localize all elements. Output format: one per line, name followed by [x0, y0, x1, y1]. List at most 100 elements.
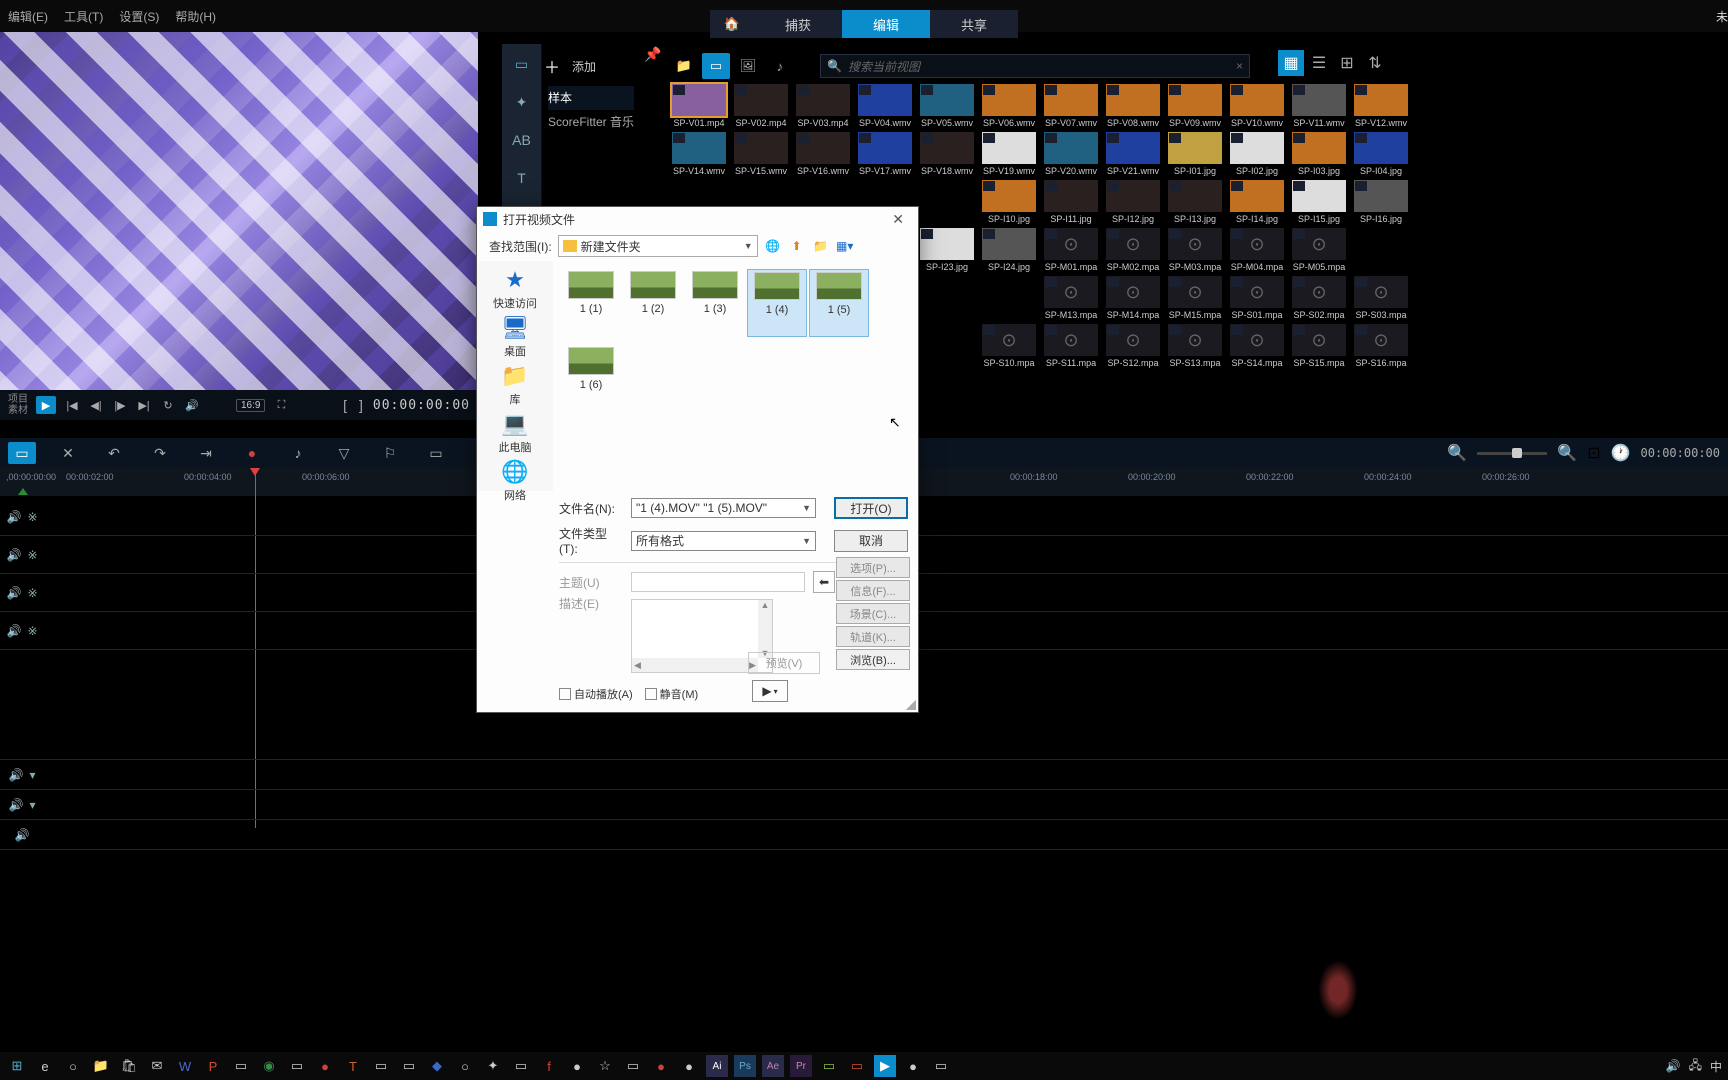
import-folder-icon[interactable]: 📁	[670, 53, 698, 79]
library-thumb[interactable]: SP-M01.mpa	[1042, 228, 1100, 272]
file-item[interactable]: 1 (5)	[809, 269, 869, 337]
taskbar-app-icon[interactable]: ▭	[818, 1055, 840, 1077]
library-thumb[interactable]: SP-S01.mpa	[1228, 276, 1286, 320]
subject-input[interactable]	[631, 572, 805, 592]
cancel-button[interactable]: 取消	[834, 530, 908, 552]
taskbar-mail-icon[interactable]: ✉	[146, 1055, 168, 1077]
library-thumb[interactable]: SP-M05.mpa	[1290, 228, 1348, 272]
menu-edit[interactable]: 编辑(E)	[8, 8, 48, 25]
library-thumb[interactable]: SP-V04.wmv	[856, 84, 914, 128]
taskbar-app-icon[interactable]: ▭	[370, 1055, 392, 1077]
library-thumb[interactable]: SP-I02.jpg	[1228, 132, 1286, 176]
options-button[interactable]: 选项(P)...	[836, 557, 910, 578]
pin-icon[interactable]: 📌	[644, 46, 661, 63]
library-thumb[interactable]: SP-S16.mpa	[1352, 324, 1410, 368]
view-grid-icon[interactable]: ⊞	[1334, 50, 1360, 76]
tree-sample[interactable]: 样本	[548, 86, 634, 110]
open-button[interactable]: 打开(O)	[834, 497, 908, 519]
library-thumb[interactable]: SP-V05.wmv	[918, 84, 976, 128]
lookin-combo[interactable]: 新建文件夹 ▼	[558, 235, 758, 257]
library-thumb[interactable]: SP-S15.mpa	[1290, 324, 1348, 368]
library-thumb[interactable]: SP-S10.mpa	[980, 324, 1038, 368]
taskbar-app-icon[interactable]: ●	[650, 1055, 672, 1077]
tray-volume-icon[interactable]: 🔊	[1666, 1059, 1681, 1073]
chapter-icon[interactable]: ⚐	[376, 442, 404, 464]
library-thumb[interactable]: SP-V11.wmv	[1290, 84, 1348, 128]
library-thumb[interactable]: SP-I01.jpg	[1166, 132, 1224, 176]
go-end-icon[interactable]: ▶|	[136, 397, 152, 413]
zoom-out-icon[interactable]: 🔍	[1447, 443, 1467, 463]
subtitle-icon[interactable]: ▭	[422, 442, 450, 464]
taskbar-app-icon[interactable]: ☆	[594, 1055, 616, 1077]
taskbar-app-icon[interactable]: ▭	[930, 1055, 952, 1077]
sort-icon[interactable]: ⇅	[1362, 50, 1388, 76]
taskbar-wechat-icon[interactable]: ◉	[258, 1055, 280, 1077]
taskbar-app-icon[interactable]: ●	[566, 1055, 588, 1077]
library-thumb[interactable]: SP-I16.jpg	[1352, 180, 1410, 224]
nav-back-icon[interactable]: 🌐	[764, 237, 782, 255]
mode-material[interactable]: 素材	[8, 405, 28, 416]
taskbar-pr-icon[interactable]: Pr	[790, 1055, 812, 1077]
taskbar-word-icon[interactable]: W	[174, 1055, 196, 1077]
library-thumb[interactable]: SP-I13.jpg	[1166, 180, 1224, 224]
filter-video-icon[interactable]: ▭	[702, 53, 730, 79]
taskbar-app-icon[interactable]: ▭	[846, 1055, 868, 1077]
taskbar-app-icon[interactable]: ●	[314, 1055, 336, 1077]
taskbar-app-icon[interactable]: ▭	[230, 1055, 252, 1077]
menu-help[interactable]: 帮助(H)	[175, 8, 216, 25]
library-thumb[interactable]: SP-V03.mp4	[794, 84, 852, 128]
tools-icon[interactable]: ✕	[54, 442, 82, 464]
library-thumb[interactable]: SP-V01.mp4	[670, 84, 728, 128]
library-thumb[interactable]: SP-V06.wmv	[980, 84, 1038, 128]
library-thumb[interactable]: SP-S13.mpa	[1166, 324, 1224, 368]
clock-icon[interactable]: 🕐	[1611, 443, 1631, 463]
library-thumb[interactable]: SP-I24.jpg	[980, 228, 1038, 272]
tray-network-icon[interactable]: 🖧	[1689, 1056, 1702, 1077]
undo-icon[interactable]: ↶	[100, 442, 128, 464]
taskbar-app-icon[interactable]: ◆	[426, 1055, 448, 1077]
nav-newfolder-icon[interactable]: 📁	[812, 237, 830, 255]
taskbar-explorer-icon[interactable]: 📁	[90, 1055, 112, 1077]
taskbar-app-icon[interactable]: ▭	[622, 1055, 644, 1077]
taskbar-ps-icon[interactable]: Ps	[734, 1055, 756, 1077]
redo-icon[interactable]: ↷	[146, 442, 174, 464]
dialog-file-list[interactable]: 1 (1)1 (2)1 (3)1 (4)1 (5)1 (6)↖	[553, 261, 918, 491]
zoom-in-icon[interactable]: 🔍	[1557, 443, 1577, 463]
track-mute-icon[interactable]: 🔊	[15, 828, 30, 842]
filetype-combo[interactable]: 所有格式▼	[631, 531, 816, 551]
autoplay-checkbox[interactable]: 自动播放(A)	[559, 686, 633, 702]
file-item[interactable]: 1 (3)	[685, 269, 745, 337]
library-thumb[interactable]: SP-V12.wmv	[1352, 84, 1410, 128]
nav-up-icon[interactable]: ⬆	[788, 237, 806, 255]
library-thumb[interactable]: SP-S14.mpa	[1228, 324, 1286, 368]
tab-edit[interactable]: 编辑	[842, 10, 930, 38]
library-thumb[interactable]: SP-M03.mpa	[1166, 228, 1224, 272]
track-mute-icon[interactable]: 🔊	[6, 624, 21, 638]
library-thumb[interactable]: SP-S11.mpa	[1042, 324, 1100, 368]
library-thumb[interactable]: SP-I04.jpg	[1352, 132, 1410, 176]
mute-checkbox[interactable]: 静音(M)	[645, 686, 699, 702]
storyboard-icon[interactable]: ▭	[8, 442, 36, 464]
subject-apply-icon[interactable]: ⬅	[813, 571, 835, 593]
taskbar-app-icon[interactable]: ▭	[286, 1055, 308, 1077]
places-库[interactable]: 📁库	[500, 363, 530, 407]
file-item[interactable]: 1 (6)	[561, 345, 621, 413]
filename-combo[interactable]: "1 (4).MOV" "1 (5).MOV"▼	[631, 498, 816, 518]
track-mute-icon[interactable]: 🔊	[9, 798, 24, 812]
preview-button[interactable]: 预览(V)	[748, 652, 820, 674]
library-thumb[interactable]: SP-I03.jpg	[1290, 132, 1348, 176]
title-ab-icon[interactable]: AB	[512, 130, 532, 150]
library-thumb[interactable]: SP-V17.wmv	[856, 132, 914, 176]
library-search[interactable]: 🔍 搜索当前视图 ×	[820, 54, 1250, 78]
ripple-icon[interactable]: ⇥	[192, 442, 220, 464]
library-thumb[interactable]: SP-I11.jpg	[1042, 180, 1100, 224]
library-thumb[interactable]: SP-V15.wmv	[732, 132, 790, 176]
library-thumb[interactable]: SP-V07.wmv	[1042, 84, 1100, 128]
library-thumb[interactable]: SP-I14.jpg	[1228, 180, 1286, 224]
mode-project[interactable]: 项目	[8, 394, 28, 405]
track-fx-icon[interactable]: ※	[27, 548, 37, 562]
file-item[interactable]: 1 (4)	[747, 269, 807, 337]
media-library-icon[interactable]: ▭	[512, 54, 532, 74]
play-button[interactable]: ▶	[36, 396, 56, 414]
track-fx-icon[interactable]: ※	[27, 624, 37, 638]
